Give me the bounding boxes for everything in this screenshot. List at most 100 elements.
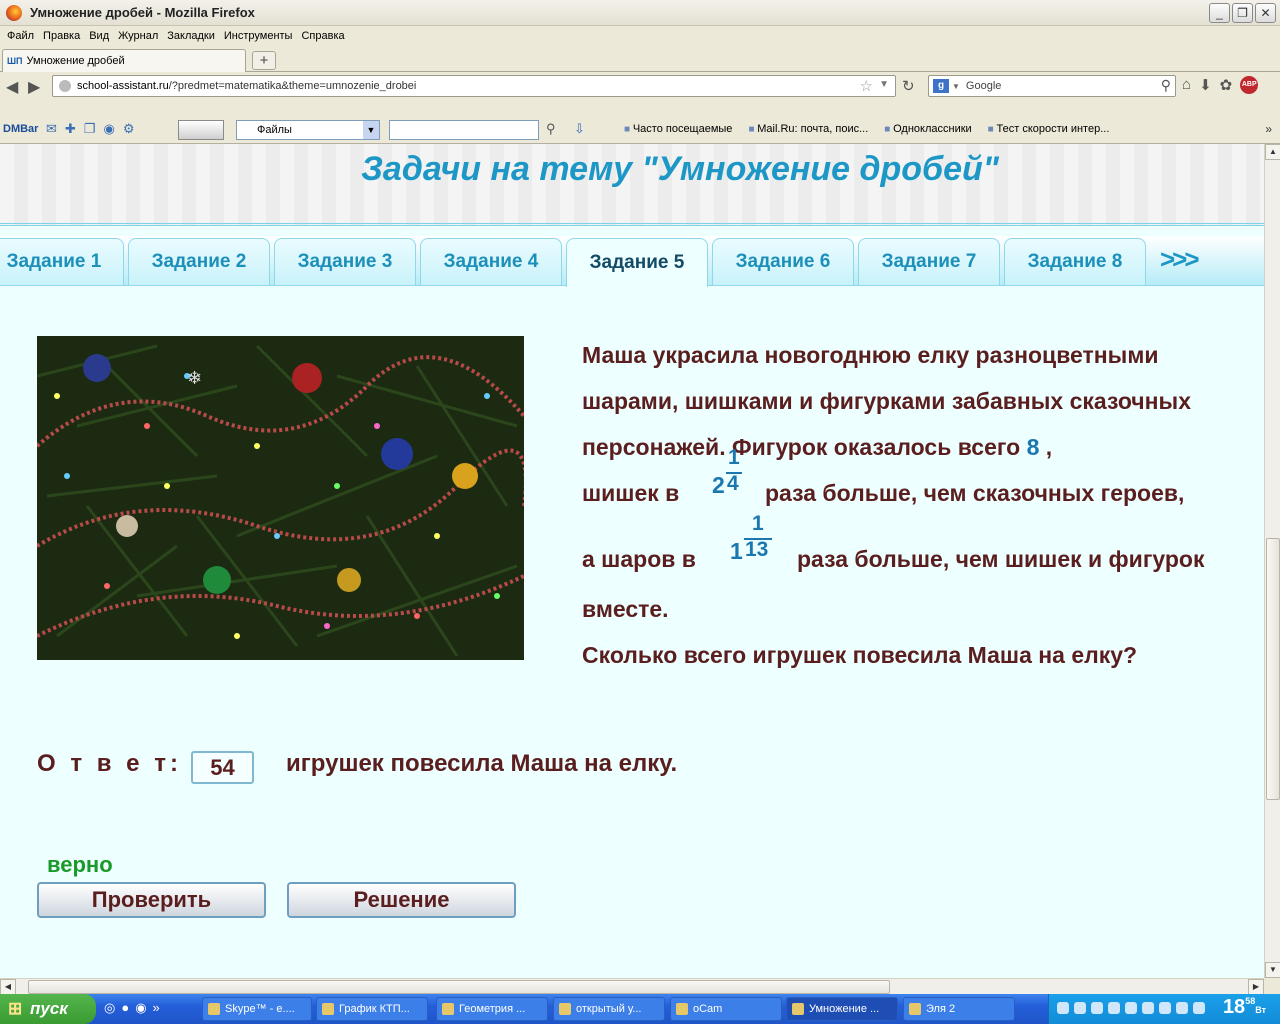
google-icon[interactable]: g	[933, 79, 949, 93]
tray-icon[interactable]	[1142, 1002, 1154, 1014]
vertical-scroll-thumb[interactable]	[1266, 538, 1280, 800]
tray-icon[interactable]	[1108, 1002, 1120, 1014]
tray-icon[interactable]	[1176, 1002, 1188, 1014]
search-engine-dropdown-icon[interactable]: ▼	[952, 82, 960, 91]
files-select-value: Файлы	[257, 124, 292, 136]
firefox-quick-icon[interactable]: ◉	[135, 1000, 146, 1016]
close-button[interactable]: ✕	[1255, 3, 1276, 23]
horizontal-scrollbar[interactable]: ◀ ▶	[0, 978, 1264, 995]
problem-line-5-start: а шаров в	[582, 546, 696, 572]
reload-icon[interactable]: ↻	[902, 77, 915, 95]
dmbar-icons: ✉ ✚ ❐ ◉ ⚙	[46, 121, 134, 137]
taskbar-item[interactable]: Эля 2	[903, 997, 1015, 1021]
clock-minutes: 58	[1245, 996, 1256, 1006]
menu-file[interactable]: Файл	[7, 30, 34, 42]
quick-launch-overflow-icon[interactable]: »	[153, 1000, 160, 1016]
tab-task-2[interactable]: Задание 2	[128, 238, 270, 285]
scroll-up-icon[interactable]: ▲	[1265, 144, 1280, 160]
tab-task-3[interactable]: Задание 3	[274, 238, 416, 285]
toolbar-search-icon[interactable]: ⚲	[546, 121, 556, 137]
dmbar-windows-icon[interactable]: ❐	[84, 121, 96, 137]
tray-icon[interactable]	[1074, 1002, 1086, 1014]
dmbar-add-icon[interactable]: ✚	[65, 121, 76, 137]
tray-icon[interactable]	[1159, 1002, 1171, 1014]
menu-tools[interactable]: Инструменты	[224, 30, 293, 42]
solution-button[interactable]: Решение	[287, 882, 516, 918]
bookmark-item[interactable]: Часто посещаемые	[624, 123, 733, 135]
home-icon[interactable]: ⌂	[1182, 76, 1191, 94]
tray-icon[interactable]	[1193, 1002, 1205, 1014]
chevron-down-icon[interactable]: ▼	[363, 121, 379, 139]
bookmark-item[interactable]: Mail.Ru: почта, поис...	[748, 123, 868, 135]
bookmark-star-icon[interactable]: ☆	[860, 77, 873, 95]
tab-task-5[interactable]: Задание 5	[566, 238, 708, 287]
tab-task-1[interactable]: Задание 1	[0, 238, 124, 285]
tab-task-7[interactable]: Задание 7	[858, 238, 1000, 285]
menu-history[interactable]: Журнал	[118, 30, 158, 42]
svg-text:❄: ❄	[187, 368, 202, 389]
address-bar[interactable]: school-assistant.ru/?predmet=matematika&…	[52, 75, 896, 97]
adblock-icon[interactable]: ABP	[1240, 76, 1259, 94]
bookmark-item[interactable]: Тест скорости интер...	[988, 123, 1110, 135]
forward-icon[interactable]: ▶	[28, 77, 40, 97]
tab-task-8[interactable]: Задание 8	[1004, 238, 1146, 285]
files-select[interactable]: Файлы ▼	[236, 120, 380, 140]
task-tabs: Задание 1 Задание 2 Задание 3 Задание 4 …	[0, 236, 1264, 287]
menu-view[interactable]: Вид	[89, 30, 109, 42]
site-identity-icon[interactable]	[59, 80, 71, 92]
taskbar-item[interactable]: Skype™ - e....	[202, 997, 312, 1021]
firefox-icon	[6, 4, 22, 21]
search-icon[interactable]: ⚲	[1161, 77, 1171, 94]
scroll-down-icon[interactable]: ▼	[1265, 962, 1280, 978]
clock[interactable]: 1858Вт	[1223, 996, 1266, 1019]
browser-tab[interactable]: ШП Умножение дробей	[2, 49, 246, 72]
tray-icons	[1057, 1002, 1205, 1014]
toolbar-slider[interactable]	[178, 120, 224, 140]
scroll-corner	[1264, 978, 1280, 994]
restore-button[interactable]: ❐	[1232, 3, 1253, 23]
answer-suffix: игрушек повесила Маша на елку.	[286, 750, 678, 777]
dmbar-globe-icon[interactable]: ◉	[103, 121, 114, 137]
start-button[interactable]: пуск	[0, 994, 96, 1024]
dmbar-label[interactable]: DMBar	[3, 123, 38, 135]
page-viewport: Задачи на тему "Умножение дробей" Задани…	[0, 144, 1264, 978]
taskbar-item[interactable]: открытый у...	[553, 997, 665, 1021]
addon-icon[interactable]: ✿	[1220, 76, 1233, 94]
download-icon[interactable]: ⬇	[1199, 76, 1212, 94]
tray-icon[interactable]	[1091, 1002, 1103, 1014]
toolbar-search-input[interactable]	[389, 120, 539, 140]
tab-task-4[interactable]: Задание 4	[420, 238, 562, 285]
search-box[interactable]: g ▼ Google ⚲	[928, 75, 1176, 97]
horizontal-scroll-thumb[interactable]	[28, 980, 890, 994]
christmas-tree-image: ❄	[37, 336, 524, 660]
url-dropdown-icon[interactable]: ▼	[879, 79, 889, 90]
scroll-left-icon[interactable]: ◀	[0, 979, 16, 995]
bookmarks-overflow-icon[interactable]: »	[1265, 122, 1272, 136]
taskbar: пуск ◎ ● ◉ » Skype™ - e.... График КТП..…	[0, 994, 1280, 1024]
taskbar-item-active[interactable]: Умножение ...	[786, 997, 898, 1021]
bookmark-item[interactable]: Одноклассники	[884, 123, 972, 135]
dmbar-tools-icon[interactable]: ⚙	[123, 121, 135, 137]
more-tasks-link[interactable]: >>>	[1160, 244, 1200, 275]
menu-edit[interactable]: Правка	[43, 30, 80, 42]
taskbar-item[interactable]: График КТП...	[316, 997, 428, 1021]
check-button[interactable]: Проверить	[37, 882, 266, 918]
tray-icon[interactable]	[1125, 1002, 1137, 1014]
vertical-scrollbar[interactable]: ▲ ▼	[1264, 144, 1280, 978]
menu-help[interactable]: Справка	[301, 30, 344, 42]
minimize-button[interactable]: _	[1209, 3, 1230, 23]
menu-bookmarks[interactable]: Закладки	[167, 30, 215, 42]
scroll-right-icon[interactable]: ▶	[1248, 979, 1264, 995]
taskbar-item[interactable]: Геометрия ...	[436, 997, 548, 1021]
back-icon[interactable]: ◀	[6, 77, 18, 97]
fraction-1: 2 1 4	[712, 446, 746, 522]
taskbar-item[interactable]: oCam	[670, 997, 782, 1021]
opera-icon[interactable]: ◎	[104, 1000, 115, 1016]
answer-input[interactable]: 54	[191, 751, 254, 784]
dmbar-chat-icon[interactable]: ✉	[46, 121, 57, 137]
tray-icon[interactable]	[1057, 1002, 1069, 1014]
chrome-icon[interactable]: ●	[121, 1000, 129, 1016]
tab-task-6[interactable]: Задание 6	[712, 238, 854, 285]
new-tab-button[interactable]: +	[252, 51, 276, 70]
toolbar-download-icon[interactable]: ⇩	[574, 121, 585, 137]
